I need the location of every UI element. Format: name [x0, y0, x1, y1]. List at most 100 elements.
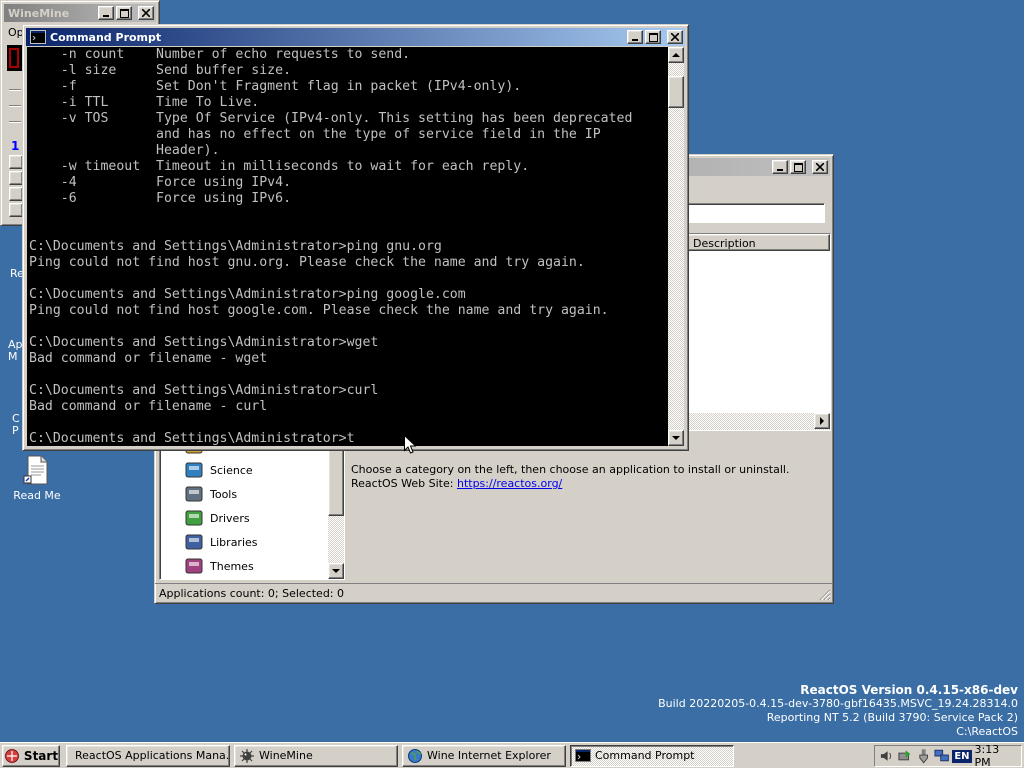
scroll-right-button[interactable]	[814, 413, 830, 429]
console-line: -6 Force using IPv6.	[29, 191, 292, 206]
application-list[interactable]: Description	[685, 233, 831, 431]
maximize-icon	[648, 32, 658, 42]
task-app-manager[interactable]: ReactOS Applications Mana...	[66, 744, 230, 767]
version-watermark: ReactOS Version 0.4.15-x86-dev Build 202…	[658, 683, 1018, 739]
minimize-button[interactable]	[627, 30, 643, 44]
console-line: -w timeout Timeout in milliseconds to wa…	[29, 159, 530, 174]
desktop-icon-label: Read Me	[13, 489, 61, 502]
arrow-right-icon	[820, 417, 824, 425]
info-text: Choose a category on the left, then choo…	[351, 463, 789, 491]
scroll-thumb[interactable]	[668, 76, 684, 108]
console-scrollbar[interactable]	[668, 47, 684, 446]
console-output[interactable]: -n count Number of echo requests to send…	[27, 47, 668, 446]
maximize-button[interactable]	[116, 6, 132, 20]
close-button[interactable]	[138, 6, 154, 20]
system-tray: EN 3:13 PM	[874, 743, 1022, 768]
mine-cell[interactable]	[9, 171, 23, 185]
category-scrollbar[interactable]	[328, 444, 344, 579]
arrow-down-icon	[672, 435, 680, 440]
minimize-button[interactable]	[98, 6, 114, 20]
column-header-description[interactable]: Description	[686, 234, 830, 251]
arrow-down-icon	[332, 568, 340, 573]
maximize-button[interactable]	[790, 160, 806, 174]
arrow-up-icon	[672, 52, 680, 57]
maximize-icon	[793, 162, 803, 172]
command-prompt-titlebar[interactable]: Command Prompt	[26, 28, 685, 46]
info-line: Choose a category on the left, then choo…	[351, 463, 790, 476]
network-icon[interactable]	[934, 748, 949, 764]
resize-grip-icon	[819, 589, 831, 601]
console-line: and has no effect on the type of service…	[29, 127, 601, 142]
volume-icon[interactable]	[879, 748, 894, 764]
task-internet-explorer[interactable]: Wine Internet Explorer	[402, 744, 566, 767]
minimize-icon	[777, 169, 783, 171]
build-line: Build 20220205-0.4.15-dev-3780-gbf16435.…	[658, 697, 1018, 710]
category-drivers-icon	[185, 510, 203, 526]
category-libraries-icon	[185, 534, 203, 550]
task-command-prompt[interactable]: Command Prompt	[570, 744, 734, 767]
start-button[interactable]: Start	[2, 744, 60, 767]
console-line: -n count Number of echo requests to send…	[29, 47, 411, 62]
mine-cell[interactable]	[9, 155, 23, 169]
command-prompt-icon	[575, 748, 591, 762]
winemine-title: WineMine	[8, 6, 70, 20]
power-icon[interactable]	[916, 748, 931, 764]
console-line: C:\Documents and Settings\Administrator>…	[29, 383, 379, 398]
mine-icon	[240, 748, 254, 763]
winemine-titlebar[interactable]: WineMine	[4, 4, 156, 22]
category-tree[interactable]: FinanceScienceToolsDriversLibrariesTheme…	[159, 443, 345, 580]
desktop-icon-read-me[interactable]: Read Me	[7, 454, 67, 502]
scroll-down-button[interactable]	[668, 430, 684, 446]
close-button[interactable]	[812, 160, 828, 174]
console-line: -f Set Don't Fragment flag in packet (IP…	[29, 79, 522, 94]
maximize-icon	[119, 8, 129, 18]
console-line: Ping could not find host gnu.org. Please…	[29, 255, 585, 270]
minimize-button[interactable]	[772, 160, 788, 174]
search-input[interactable]	[685, 203, 825, 223]
safely-remove-hardware-icon[interactable]	[897, 748, 912, 764]
category-tools-icon	[185, 486, 203, 502]
horizontal-scrollbar[interactable]	[686, 413, 830, 430]
console-line: Bad command or filename - wget	[29, 351, 268, 366]
mine-cell[interactable]	[9, 187, 23, 201]
console-line: C:\Documents and Settings\Administrator>…	[29, 239, 442, 254]
category-item[interactable]: Drivers	[184, 506, 326, 530]
mine-counter-display	[7, 45, 23, 71]
info-line-website: ReactOS Web Site: https://reactos.org/	[351, 477, 563, 490]
category-item[interactable]: Libraries	[184, 530, 326, 554]
command-prompt-window[interactable]: Command Prompt -n count Number of echo r…	[22, 24, 689, 451]
document-icon	[21, 454, 53, 486]
clock[interactable]: 3:13 PM	[975, 743, 1017, 768]
website-link[interactable]: https://reactos.org/	[457, 477, 562, 490]
scroll-up-button[interactable]	[668, 47, 684, 63]
minimize-icon	[632, 39, 638, 41]
console-line: Ping could not find host google.com. Ple…	[29, 303, 609, 318]
console-line: -v TOS Type Of Service (IPv4-only. This …	[29, 111, 633, 126]
console-line: C:\Documents and Settings\Administrator>…	[29, 335, 379, 350]
mine-cell-number[interactable]: 1	[11, 139, 19, 153]
task-winemine[interactable]: WineMine	[234, 744, 398, 767]
close-icon	[671, 33, 679, 41]
command-prompt-title: Command Prompt	[50, 30, 162, 44]
mine-cell[interactable]	[9, 203, 23, 217]
scroll-thumb[interactable]	[328, 444, 344, 516]
category-item[interactable]: Science	[184, 458, 326, 482]
console-area[interactable]: -n count Number of echo requests to send…	[27, 47, 684, 446]
maximize-button[interactable]	[645, 30, 661, 44]
category-science-icon	[185, 462, 203, 478]
console-line: -i TTL Time To Live.	[29, 95, 260, 110]
scroll-down-button[interactable]	[328, 563, 344, 579]
category-item[interactable]: Tools	[184, 482, 326, 506]
command-prompt-icon	[30, 30, 46, 44]
status-bar: Applications count: 0; Selected: 0	[155, 583, 833, 603]
close-button[interactable]	[667, 30, 683, 44]
console-line: Bad command or filename - curl	[29, 399, 268, 414]
category-item[interactable]: Themes	[184, 554, 326, 578]
language-indicator[interactable]: EN	[952, 749, 972, 763]
scroll-track[interactable]	[668, 63, 684, 430]
